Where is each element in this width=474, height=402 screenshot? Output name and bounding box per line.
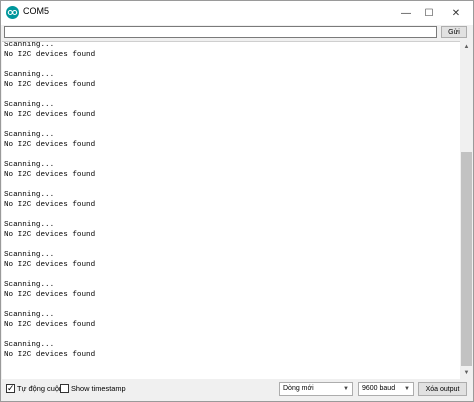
line-ending-value: Dòng mới — [283, 385, 314, 392]
serial-output[interactable]: Scanning... No I2C devices found Scanning.… — [2, 41, 460, 380]
output-line: Scanning... — [4, 221, 55, 229]
output-line: No I2C devices found — [4, 81, 96, 89]
vertical-scrollbar[interactable]: ▲ ▼ — [460, 41, 473, 379]
title-bar: COM5 — ☐ ✕ — [1, 1, 473, 25]
output-line: No I2C devices found — [4, 351, 96, 359]
clear-output-button[interactable]: Xóa output — [418, 382, 467, 396]
send-button[interactable]: Gửi — [441, 26, 467, 38]
close-button[interactable]: ✕ — [441, 1, 471, 25]
autoscroll-label: Tự động cuộn — [17, 384, 64, 393]
baud-rate-select[interactable]: 9600 baud ▼ — [358, 382, 414, 396]
window-title: COM5 — [23, 6, 50, 16]
line-ending-select[interactable]: Dòng mới ▼ — [279, 382, 353, 396]
timestamp-label: Show timestamp — [71, 384, 126, 393]
output-line: No I2C devices found — [4, 291, 96, 299]
output-line: No I2C devices found — [4, 231, 96, 239]
output-line: Scanning... — [4, 251, 55, 259]
output-line: Scanning... — [4, 101, 55, 109]
scroll-down-icon[interactable]: ▼ — [460, 367, 473, 379]
output-line: No I2C devices found — [4, 141, 96, 149]
scroll-up-icon[interactable]: ▲ — [460, 41, 473, 53]
output-line: Scanning... — [4, 341, 55, 349]
output-line: Scanning... — [4, 161, 55, 169]
scroll-thumb[interactable] — [461, 152, 472, 366]
output-line: No I2C devices found — [4, 171, 96, 179]
output-line: Scanning... — [4, 281, 55, 289]
output-line: No I2C devices found — [4, 321, 96, 329]
checkmark-icon: ✓ — [7, 383, 15, 393]
serial-monitor-window: COM5 — ☐ ✕ Gửi Scanning... No I2C devices… — [0, 0, 474, 402]
output-line: No I2C devices found — [4, 111, 96, 119]
chevron-down-icon: ▼ — [343, 386, 349, 392]
chevron-down-icon: ▼ — [404, 386, 410, 392]
output-line: Scanning... — [4, 191, 55, 199]
timestamp-checkbox[interactable] — [60, 384, 69, 393]
baud-rate-value: 9600 baud — [362, 385, 396, 392]
send-input[interactable] — [4, 26, 437, 38]
maximize-button[interactable]: ☐ — [414, 1, 444, 25]
arduino-icon — [6, 6, 19, 19]
output-line: No I2C devices found — [4, 51, 96, 59]
output-line: Scanning... — [4, 41, 55, 49]
output-line: No I2C devices found — [4, 261, 96, 269]
output-line: No I2C devices found — [4, 201, 96, 209]
output-line: Scanning... — [4, 131, 55, 139]
output-line: Scanning... — [4, 311, 55, 319]
output-line: Scanning... — [4, 71, 55, 79]
autoscroll-checkbox[interactable]: ✓ — [6, 383, 15, 393]
